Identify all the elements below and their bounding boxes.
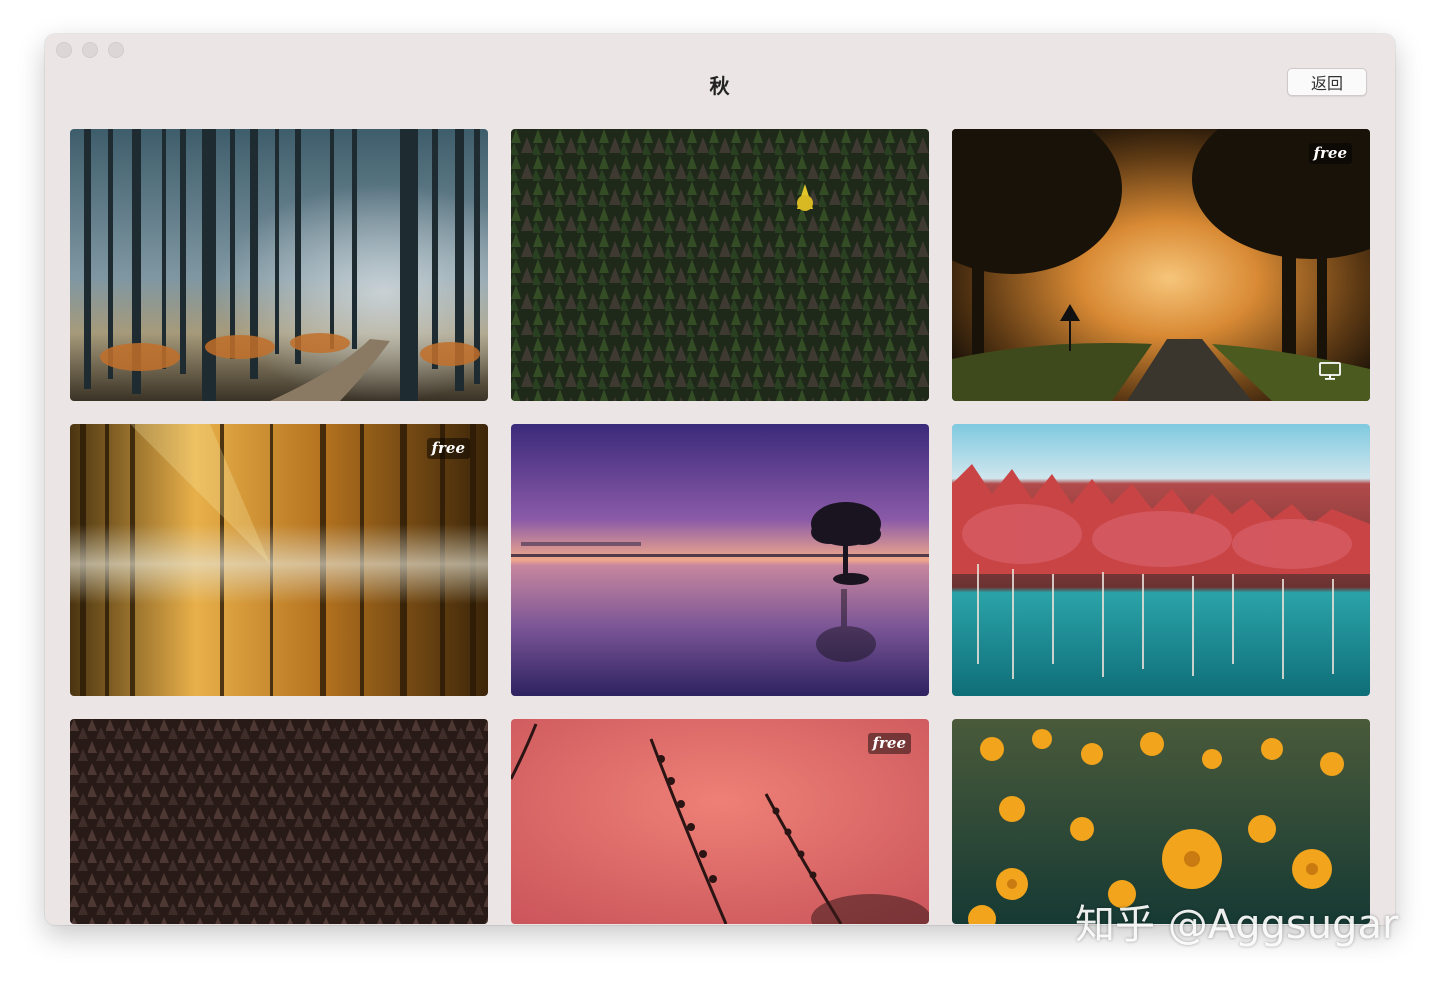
wallpaper-tile-dark-pine[interactable] bbox=[70, 719, 488, 924]
back-button[interactable]: 返回 bbox=[1287, 68, 1367, 96]
zoom-window-button[interactable] bbox=[108, 42, 124, 58]
monitor-icon[interactable] bbox=[1318, 361, 1342, 381]
close-window-button[interactable] bbox=[56, 42, 72, 58]
misty-forest-image bbox=[70, 129, 488, 401]
golden-road-image bbox=[952, 129, 1370, 401]
watermark-text: 知乎 @Aggsugar bbox=[1075, 902, 1399, 948]
free-badge: free bbox=[867, 733, 911, 754]
free-badge: free bbox=[1308, 143, 1352, 164]
app-window: 秋 返回 free free free bbox=[45, 34, 1395, 925]
window-controls bbox=[56, 42, 124, 58]
free-badge: free bbox=[426, 438, 470, 459]
purple-lake-image bbox=[511, 424, 929, 696]
wallpaper-tile-misty-forest[interactable] bbox=[70, 129, 488, 401]
pink-branches-image bbox=[511, 719, 929, 924]
wallpaper-tile-red-larch[interactable] bbox=[952, 424, 1370, 696]
wallpaper-tile-sunbeam-forest[interactable]: free bbox=[70, 424, 488, 696]
sunbeam-forest-image bbox=[70, 424, 488, 696]
red-larch-image bbox=[952, 424, 1370, 696]
page-title: 秋 bbox=[709, 74, 731, 98]
dark-pine-image bbox=[70, 719, 488, 924]
wallpaper-tile-purple-lake[interactable] bbox=[511, 424, 929, 696]
wallpaper-tile-golden-road[interactable]: free bbox=[952, 129, 1370, 401]
green-forest-image bbox=[511, 129, 929, 401]
wallpaper-tile-pink-branches[interactable]: free bbox=[511, 719, 929, 924]
wallpaper-tile-green-forest[interactable] bbox=[511, 129, 929, 401]
minimize-window-button[interactable] bbox=[82, 42, 98, 58]
